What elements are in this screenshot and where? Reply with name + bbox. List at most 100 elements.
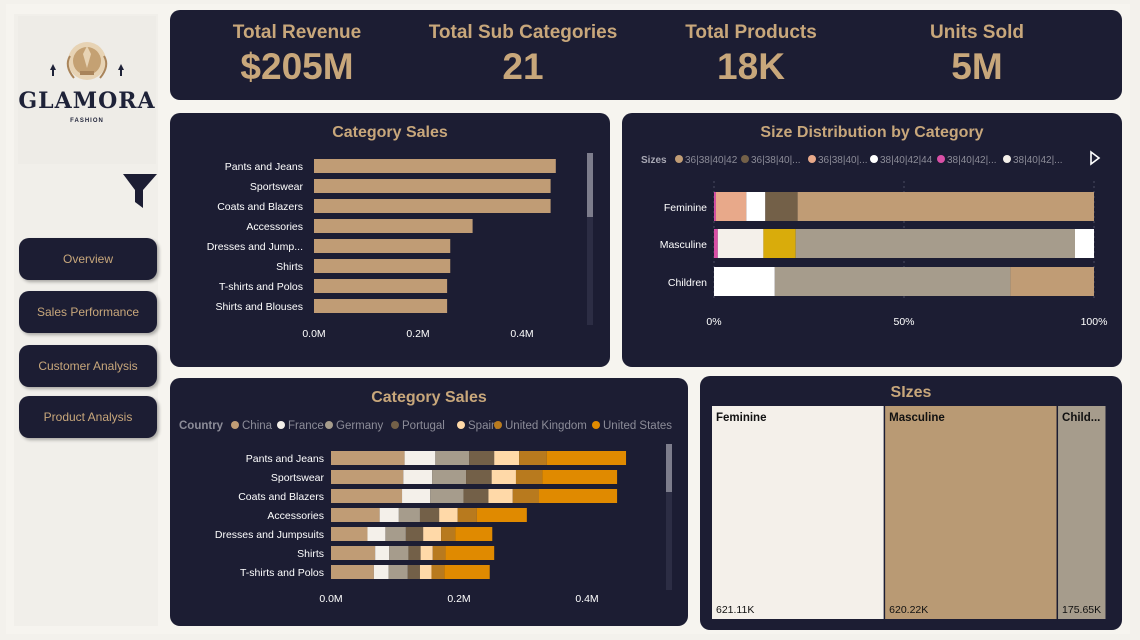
- bar-segment: [542, 470, 618, 484]
- bar: [314, 239, 451, 253]
- scrollbar-thumb[interactable]: [587, 153, 593, 217]
- category-label: Coats and Blazers: [217, 201, 303, 213]
- bar-segment: [714, 229, 718, 258]
- treemap-value: 175.65K: [1062, 604, 1101, 616]
- size-distribution-card: Size Distribution by Category Sizes 36|38…: [622, 113, 1122, 367]
- bar-segment: [1010, 267, 1094, 296]
- bar-segment: [331, 508, 380, 522]
- bar-segment: [774, 267, 1011, 296]
- bar-segment: [476, 508, 527, 522]
- sizes-treemap: Feminine 621.11K Masculine 620.22K Child... 1…: [712, 406, 1106, 619]
- x-tick-label: 0.2M: [406, 328, 429, 340]
- x-tick-label: 0%: [706, 316, 721, 328]
- bar-segment: [494, 451, 520, 465]
- nav-overview-button[interactable]: Overview: [19, 238, 157, 280]
- x-tick-label: 0.0M: [302, 328, 325, 340]
- category-label: Accessories: [267, 510, 324, 522]
- kpi-total-products: Total Products 18K: [641, 22, 861, 88]
- kpi-total-sub-categories: Total Sub Categories 21: [413, 22, 633, 88]
- bar-segment: [423, 527, 442, 541]
- bar-segment: [488, 489, 513, 503]
- category-sales-card: Category Sales Pants and Jeans Sportswear…: [170, 113, 610, 367]
- category-label: Dresses and Jumpsuits: [215, 529, 324, 541]
- nav-sales-performance-button[interactable]: Sales Performance: [19, 291, 157, 333]
- category-label: Accessories: [246, 221, 303, 233]
- category-label: Feminine: [664, 202, 707, 214]
- play-icon[interactable]: [1090, 150, 1101, 166]
- bar-segment: [515, 470, 543, 484]
- kpi-card: Total Revenue $205M Total Sub Categories…: [170, 10, 1122, 100]
- bar-segment: [398, 508, 420, 522]
- bar-segment: [430, 489, 464, 503]
- bar-segment: [403, 470, 433, 484]
- filter-icon[interactable]: [122, 172, 158, 212]
- legend-label: United States: [603, 420, 672, 432]
- brand-logo: GLAMORA FASHION: [18, 16, 156, 164]
- sizes-treemap-card: SIzes Feminine 621.11K Masculine 620.22K Chi…: [700, 376, 1122, 630]
- legend-marker: [457, 421, 465, 429]
- size-distribution-chart: Sizes 36|38|40|42 36|38|40|... 36|38|40|...…: [641, 150, 1108, 328]
- kpi-label: Total Products: [685, 22, 817, 43]
- bar: [314, 219, 473, 233]
- brand-name: GLAMORA: [18, 88, 156, 114]
- bar-segment: [331, 565, 374, 579]
- x-tick-label: 0.4M: [575, 593, 598, 605]
- treemap-cell: [712, 406, 884, 619]
- bar-segment: [331, 527, 368, 541]
- category-label: Pants and Jeans: [225, 161, 303, 173]
- legend-label: 38|40|42|44: [880, 155, 933, 166]
- bar-segment: [331, 489, 403, 503]
- scrollbar-thumb[interactable]: [666, 444, 672, 492]
- category-label: Coats and Blazers: [238, 491, 324, 503]
- bar-segment: [717, 229, 764, 258]
- legend-label: 38|40|42|...: [947, 155, 997, 166]
- legend-label: Spain: [468, 420, 497, 432]
- bar-segment: [463, 489, 489, 503]
- bar-segment: [385, 527, 406, 541]
- bar-segment: [402, 489, 431, 503]
- kpi-total-revenue: Total Revenue $205M: [187, 22, 407, 88]
- legend-label: Germany: [336, 420, 384, 432]
- bar-segment: [420, 546, 433, 560]
- bar-segment: [407, 565, 420, 579]
- legend-marker: [592, 421, 600, 429]
- bar-segment: [512, 489, 539, 503]
- kpi-label: Total Revenue: [232, 22, 362, 43]
- legend-label: 38|40|42|...: [1013, 155, 1063, 166]
- treemap-value: 621.11K: [716, 604, 754, 616]
- category-label: Sportswear: [250, 181, 304, 193]
- kpi-label: Total Sub Categories: [428, 22, 618, 43]
- bar-segment: [714, 267, 775, 296]
- legend-marker: [277, 421, 285, 429]
- bar-segment: [375, 546, 390, 560]
- bar-segment: [331, 451, 405, 465]
- bar-segment: [457, 508, 477, 522]
- category-sales-country-chart: Country China France Germany Portugal Spain Un…: [179, 420, 672, 605]
- bar: [314, 199, 551, 213]
- category-label: Shirts and Blouses: [215, 301, 303, 313]
- bar-segment: [466, 470, 492, 484]
- bar-segment: [408, 546, 421, 560]
- treemap-label: Child...: [1062, 412, 1100, 424]
- category-label: T-shirts and Polos: [240, 567, 324, 579]
- legend-label: France: [288, 420, 324, 432]
- bar-segment: [404, 451, 436, 465]
- bar-segment: [746, 192, 766, 221]
- bar-segment: [491, 470, 516, 484]
- legend-label: China: [242, 420, 273, 432]
- bar-segment: [439, 508, 458, 522]
- category-label: Sportswear: [271, 472, 325, 484]
- category-label: Dresses and Jump...: [207, 241, 303, 253]
- bar: [314, 259, 451, 273]
- bar-segment: [419, 508, 440, 522]
- nav-product-analysis-button[interactable]: Product Analysis: [19, 396, 157, 438]
- legend-marker: [808, 155, 816, 163]
- bar-segment: [331, 546, 376, 560]
- bar-segment: [388, 565, 408, 579]
- x-tick-label: 100%: [1081, 316, 1108, 328]
- legend-marker: [870, 155, 878, 163]
- nav-customer-analysis-button[interactable]: Customer Analysis: [19, 345, 157, 387]
- category-label: Shirts: [297, 548, 324, 560]
- treemap-cell: [1058, 406, 1106, 619]
- bar-segment: [432, 546, 446, 560]
